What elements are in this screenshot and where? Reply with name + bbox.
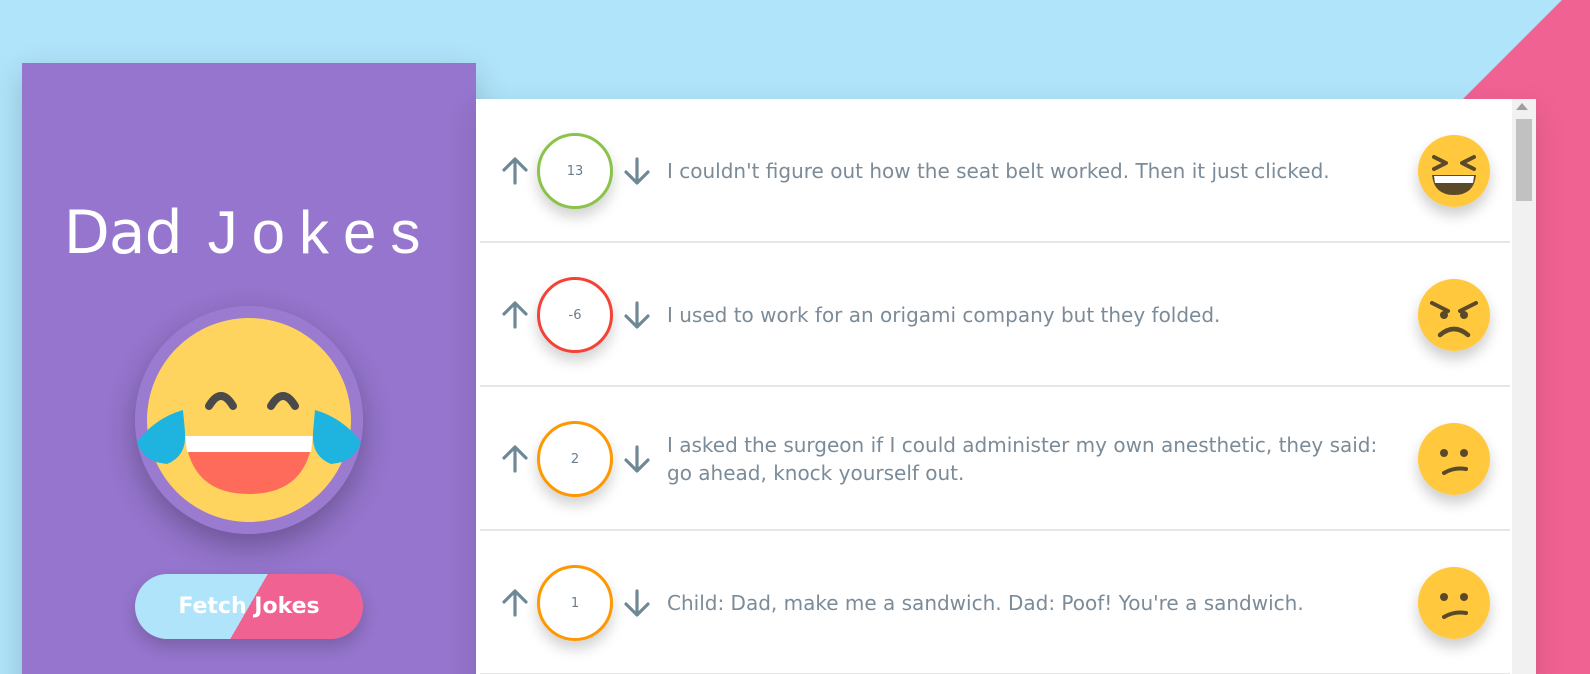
grinning-squinting-emoji-icon bbox=[1418, 135, 1490, 207]
joke-text: I asked the surgeon if I could administe… bbox=[667, 433, 1378, 485]
downvote-arrow-icon[interactable] bbox=[624, 589, 650, 617]
joke-row: 13 I couldn't figure out how the seat bel… bbox=[480, 99, 1510, 243]
upvote-arrow-icon[interactable] bbox=[502, 157, 528, 185]
downvote-arrow-icon[interactable] bbox=[624, 301, 650, 329]
vote-score: 2 bbox=[537, 421, 613, 497]
title-bold: Dad bbox=[63, 198, 183, 268]
joke-row: -6 I used to work for an origami company … bbox=[480, 243, 1510, 387]
sidebar: Dad Jokes Fetch Jokes bbox=[22, 63, 476, 674]
downvote-arrow-icon[interactable] bbox=[624, 157, 650, 185]
joke-text: I couldn't figure out how the seat belt … bbox=[667, 159, 1330, 183]
scroll-up-arrow-icon[interactable] bbox=[1516, 103, 1528, 110]
upvote-arrow-icon[interactable] bbox=[502, 589, 528, 617]
confused-face-emoji-icon bbox=[1418, 423, 1490, 495]
confused-face-emoji-icon bbox=[1418, 567, 1490, 639]
vote-score: 1 bbox=[537, 565, 613, 641]
joke-row: 2 I asked the surgeon if I could administ… bbox=[480, 387, 1510, 531]
scrollbar[interactable] bbox=[1512, 99, 1536, 674]
downvote-arrow-icon[interactable] bbox=[624, 445, 650, 473]
vote-score: -6 bbox=[537, 277, 613, 353]
title-light: Jokes bbox=[207, 199, 435, 266]
fetch-jokes-button[interactable]: Fetch Jokes bbox=[135, 574, 363, 639]
app-title: Dad Jokes bbox=[63, 198, 435, 268]
joke-text: Child: Dad, make me a sandwich. Dad: Poo… bbox=[667, 591, 1304, 615]
upvote-arrow-icon[interactable] bbox=[502, 445, 528, 473]
scroll-thumb[interactable] bbox=[1516, 119, 1532, 201]
joke-row: 1 Child: Dad, make me a sandwich. Dad: Po… bbox=[480, 531, 1510, 674]
joke-list: 13 I couldn't figure out how the seat bel… bbox=[480, 99, 1510, 674]
jokes-panel: 13 I couldn't figure out how the seat bel… bbox=[476, 99, 1536, 674]
joke-text: I used to work for an origami company bu… bbox=[667, 303, 1221, 327]
upvote-arrow-icon[interactable] bbox=[502, 301, 528, 329]
vote-score: 13 bbox=[537, 133, 613, 209]
angry-face-emoji-icon bbox=[1418, 279, 1490, 351]
laughing-tears-emoji-icon bbox=[135, 306, 363, 534]
